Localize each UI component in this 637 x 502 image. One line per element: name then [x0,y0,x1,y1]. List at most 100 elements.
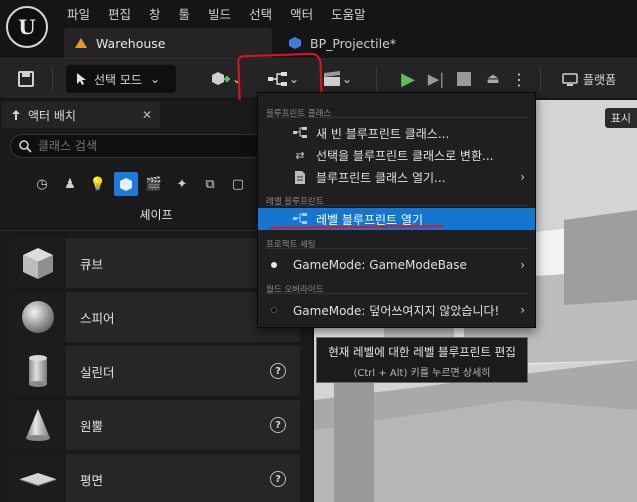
blueprint-menu: 블루프린트 클래스 새 빈 블루프린트 클래스... ⇄ 선택을 블루프린트 클… [257,92,536,328]
tooltip-hint: (Ctrl + Alt) 키를 누르면 상세히 [353,368,491,379]
menu-build[interactable]: 빌드 [199,2,240,24]
panel-tab[interactable]: 액터 배치 ✕ [2,102,160,128]
search-icon [19,139,32,153]
menu-actor[interactable]: 액터 [281,2,322,24]
toolbar-divider [376,67,377,91]
chevron-right-icon: › [520,303,525,317]
cube-thumbnail [10,238,66,288]
cursor-icon [77,73,86,85]
gamemode-dot-icon [271,262,277,268]
volumes-icon[interactable]: ⧉ [198,172,222,196]
item-label: 실린더 [80,364,115,380]
selection-mode-dropdown[interactable]: 선택 모드 ⌄ [66,65,176,93]
chevron-right-icon: › [520,258,525,272]
tooltip-title: 현재 레벨에 대한 레벨 블루프린트 편집 [328,345,516,359]
list-item-cone[interactable]: 원뿔 ? [10,400,300,450]
level-icon [75,38,87,48]
close-icon[interactable]: ✕ [142,108,152,122]
menu-select[interactable]: 선택 [240,2,281,24]
all-classes-icon[interactable]: ▢ [226,172,250,196]
cinematic-icon[interactable]: 🎬 [142,172,166,196]
viewport-show-label[interactable]: 표시 [604,108,637,128]
item-label: 블루프린트 클래스 열기... [316,170,446,185]
platform-label: 플랫폼 [583,72,617,87]
menu-window[interactable]: 창 [140,2,170,24]
menu-item-convert-selection[interactable]: ⇄ 선택을 블루프린트 클래스로 변환... [258,144,535,166]
menu-item-world-gamemode[interactable]: GameMode: 덮어쓰여지지 않았습니다! › [258,299,535,321]
basic-actors-icon[interactable]: ♟ [58,172,82,196]
lights-icon[interactable]: 💡 [86,172,110,196]
menu-divider [266,205,528,206]
shapes-icon[interactable] [114,172,138,196]
chevron-down-icon: ⌄ [149,72,161,86]
panel-title: 액터 배치 [28,108,76,123]
stop-button[interactable] [455,65,473,93]
item-label: 평면 [80,472,104,488]
sphere-thumbnail [10,292,66,342]
kebab-menu-icon: ⋮ [511,69,527,89]
eject-icon: ⏏ [486,71,500,87]
list-item-plane[interactable]: 평면 ? [10,454,300,502]
toolbar-divider [52,67,53,91]
platforms-dropdown[interactable]: 플랫폼 [562,65,637,93]
cylinder-thumbnail [10,346,66,396]
list-item-cylinder[interactable]: 실린더 ? [10,346,300,396]
item-label: 선택을 블루프린트 클래스로 변환... [316,148,494,163]
menu-divider [266,293,528,294]
blueprint-icon [289,37,301,49]
category-bar: ◷ ♟ 💡 🎬 ✦ ⧉ ▢ [30,172,250,196]
search-input[interactable] [38,139,278,153]
menu-tools[interactable]: 툴 [170,2,200,24]
item-label: 스피어 [80,310,115,326]
item-label: GameMode: 덮어쓰여지지 않았습니다! [293,303,500,318]
chevron-down-icon: ⌄ [341,72,353,86]
item-label: 원뿔 [80,418,104,434]
title-bar: U 파일 편집 창 툴 빌드 선택 액터 도움말 Warehouse BP_Pr… [0,0,637,60]
toolbar-divider [540,67,541,91]
menu-item-project-gamemode[interactable]: GameMode: GameModeBase › [258,254,535,276]
play-button[interactable]: ▶ [396,65,420,93]
play-icon: ▶ [401,68,415,90]
unreal-logo-icon[interactable]: U [6,6,48,48]
visual-effects-icon[interactable]: ✦ [170,172,194,196]
chevron-right-icon: › [520,170,525,184]
add-cube-icon [211,72,230,85]
open-blueprint-icon [292,170,308,184]
cone-thumbnail [10,400,66,450]
more-options-button[interactable]: ⋮ [510,65,528,93]
mode-label: 선택 모드 [94,72,142,87]
help-icon[interactable]: ? [270,417,286,433]
menu-item-new-blueprint-class[interactable]: 새 빈 블루프린트 클래스... [258,122,535,144]
help-icon[interactable]: ? [270,363,286,379]
tab-label: Warehouse [96,35,166,51]
tab-warehouse[interactable]: Warehouse [64,28,272,58]
item-label: 큐브 [80,256,104,272]
item-label: GameMode: GameModeBase [293,258,467,272]
menu-help[interactable]: 도움말 [322,2,375,24]
help-icon[interactable]: ? [270,471,286,487]
plane-thumbnail [10,454,66,502]
save-button[interactable] [12,65,40,93]
new-blueprint-icon [292,127,308,139]
recent-icon[interactable]: ◷ [30,172,54,196]
platform-icon [562,73,578,86]
tooltip: 현재 레벨에 대한 레벨 블루프린트 편집 (Ctrl + Alt) 키를 누르… [316,337,528,383]
menu-edit[interactable]: 편집 [99,2,140,24]
menu-divider [266,117,528,118]
item-label: 새 빈 블루프린트 클래스... [316,126,450,141]
advance-frame-icon: ▶| [427,70,445,88]
menu-bar: 파일 편집 창 툴 빌드 선택 액터 도움말 [58,2,375,24]
clapperboard-icon [323,71,340,86]
level-blueprint-icon [292,213,308,225]
convert-icon: ⇄ [295,148,305,162]
eject-button[interactable]: ⏏ [482,65,504,93]
save-icon [18,71,34,87]
menu-file[interactable]: 파일 [58,2,99,24]
gamemode-dot-icon [271,307,277,313]
tab-label: BP_Projectile* [310,35,397,51]
stop-icon [457,72,471,86]
advance-frame-button[interactable]: ▶| [426,65,446,93]
menu-divider [266,248,528,249]
menu-item-open-blueprint-class[interactable]: 블루프린트 클래스 열기... › [258,166,535,188]
place-actors-icon [12,110,20,120]
